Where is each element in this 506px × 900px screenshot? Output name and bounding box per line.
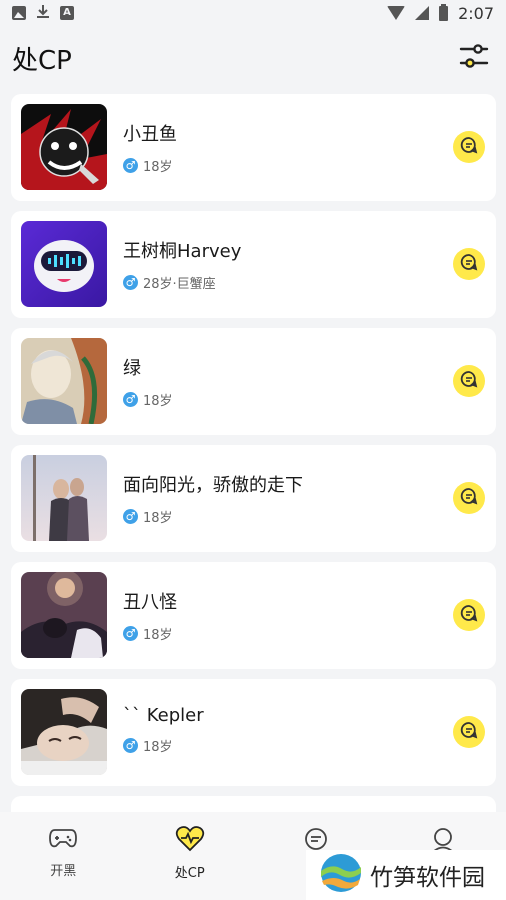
chat-bubble-icon [460, 253, 478, 275]
bamboo-logo-icon [320, 853, 362, 897]
user-info: 王树桐Harvey ♂ 28岁·巨蟹座 [123, 237, 241, 292]
status-left: A [12, 4, 74, 23]
heart-pulse-icon [175, 826, 205, 856]
chat-bubble-icon [460, 487, 478, 509]
user-list: 小丑鱼 ♂ 18岁 王树桐Harvey ♂ 28岁·巨蟹座 绿 ♂ 18岁 面向… [11, 94, 496, 826]
chat-bubble-icon [460, 604, 478, 626]
nav-tab-chucp[interactable]: 处CP [127, 826, 253, 900]
page-title: 处CP [12, 45, 72, 76]
chat-button[interactable] [453, 716, 485, 748]
user-meta: ♂ 18岁 [123, 624, 177, 643]
watermark: 竹笋软件园 [306, 850, 506, 900]
user-meta: ♂ 18岁 [123, 736, 204, 755]
user-age: 28岁·巨蟹座 [143, 277, 216, 292]
user-age: 18岁 [143, 628, 173, 643]
avatar[interactable] [21, 572, 107, 658]
header: 处CP [0, 30, 506, 86]
status-time: 2:07 [458, 3, 494, 23]
filter-sliders-icon [459, 44, 489, 72]
battery-icon [439, 3, 449, 21]
user-card[interactable]: `` Kepler ♂ 18岁 [11, 679, 496, 786]
user-card[interactable]: 丑八怪 ♂ 18岁 [11, 562, 496, 669]
cell-signal-icon [415, 6, 430, 20]
avatar[interactable] [21, 221, 107, 307]
user-card[interactable]: 王树桐Harvey ♂ 28岁·巨蟹座 [11, 211, 496, 318]
user-age: 18岁 [143, 511, 173, 526]
wifi-icon [387, 6, 406, 20]
chat-button[interactable] [453, 482, 485, 514]
user-name: 小丑鱼 [123, 124, 177, 145]
chat-bubble-icon [460, 721, 478, 743]
status-right: 2:07 [387, 3, 494, 23]
user-card[interactable]: 小丑鱼 ♂ 18岁 [11, 94, 496, 201]
status-bar: A 2:07 [0, 0, 506, 26]
gamepad-icon [49, 826, 78, 854]
user-meta: ♂ 18岁 [123, 390, 173, 409]
chat-bubble-icon [460, 136, 478, 158]
male-icon: ♂ [123, 158, 138, 173]
male-icon: ♂ [123, 275, 138, 290]
chat-button[interactable] [453, 131, 485, 163]
user-name: 王树桐Harvey [123, 241, 242, 262]
nav-label: 开黑 [50, 864, 77, 879]
user-info: `` Kepler ♂ 18岁 [123, 705, 204, 755]
chat-bubble-icon [460, 370, 478, 392]
user-meta: ♂ 18岁 [123, 507, 303, 526]
user-name: `` Kepler [123, 705, 204, 726]
user-age: 18岁 [143, 160, 173, 175]
avatar[interactable] [21, 689, 107, 775]
avatar[interactable] [21, 104, 107, 190]
user-info: 绿 ♂ 18岁 [123, 354, 173, 409]
chat-button[interactable] [453, 365, 485, 397]
user-age: 18岁 [143, 394, 173, 409]
avatar[interactable] [21, 455, 107, 541]
a-icon: A [60, 6, 74, 20]
male-icon: ♂ [123, 392, 138, 407]
chat-button[interactable] [453, 599, 485, 631]
male-icon: ♂ [123, 738, 138, 753]
user-meta: ♂ 18岁 [123, 156, 177, 175]
download-icon [36, 4, 50, 23]
user-meta: ♂ 28岁·巨蟹座 [123, 273, 241, 292]
male-icon: ♂ [123, 626, 138, 641]
avatar[interactable] [21, 338, 107, 424]
watermark-text: 竹笋软件园 [370, 865, 485, 891]
user-card[interactable]: 面向阳光，骄傲的走下 ♂ 18岁 [11, 445, 496, 552]
user-name: 丑八怪 [123, 592, 177, 613]
chat-button[interactable] [453, 248, 485, 280]
user-name: 绿 [123, 358, 141, 379]
nav-tab-kaihei[interactable]: 开黑 [0, 826, 126, 900]
user-age: 18岁 [143, 740, 173, 755]
nav-label: 处CP [174, 866, 205, 881]
image-icon [12, 6, 26, 20]
user-info: 丑八怪 ♂ 18岁 [123, 588, 177, 643]
male-icon: ♂ [123, 509, 138, 524]
user-info: 面向阳光，骄傲的走下 ♂ 18岁 [123, 471, 303, 526]
user-card[interactable]: 绿 ♂ 18岁 [11, 328, 496, 435]
user-name: 面向阳光，骄傲的走下 [123, 475, 303, 496]
user-info: 小丑鱼 ♂ 18岁 [123, 120, 177, 175]
filter-button[interactable] [454, 38, 494, 78]
